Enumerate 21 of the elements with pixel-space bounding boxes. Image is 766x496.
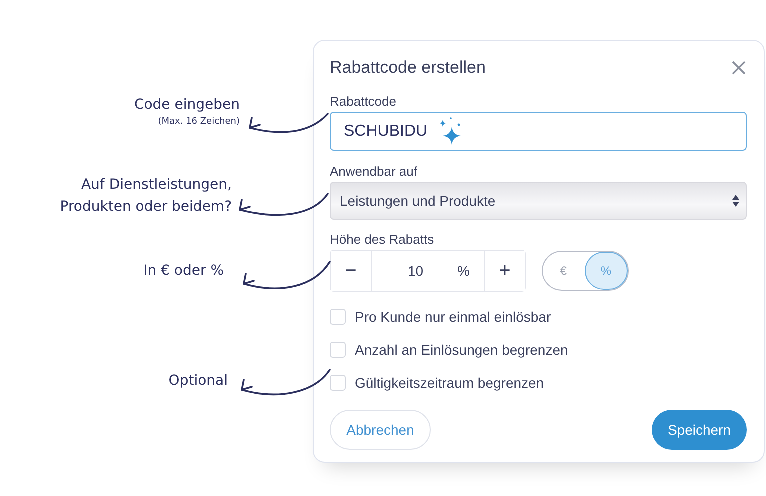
checkbox-label: Gültigkeitszeitraum begrenzen bbox=[355, 375, 544, 392]
checkbox-label: Anzahl an Einlösungen begrenzen bbox=[355, 342, 568, 358]
annotation-text: Code eingeben bbox=[134, 96, 240, 115]
checkbox[interactable] bbox=[330, 309, 346, 326]
annotation-text: Auf Dienstleistungen, bbox=[81, 176, 232, 195]
input-field[interactable]: SCHUBIDU bbox=[330, 112, 747, 152]
close-icon[interactable] bbox=[731, 60, 747, 76]
field-label: Rabattcode bbox=[330, 94, 396, 110]
checkbox[interactable] bbox=[330, 375, 346, 392]
field-label: Anwendbar auf bbox=[330, 164, 418, 180]
checkbox[interactable] bbox=[330, 342, 346, 358]
dialog-title: Rabattcode erstellen bbox=[330, 58, 486, 78]
annotation-text: In € oder % bbox=[144, 262, 224, 281]
select-field[interactable]: Leistungen und Produkte bbox=[330, 182, 747, 220]
save-button[interactable]: Speichern bbox=[652, 410, 747, 450]
annotation-note: (Max. 16 Zeichen) bbox=[158, 116, 240, 128]
annotation-text: Produkten oder beidem? bbox=[60, 198, 232, 217]
checkbox-label: Pro Kunde nur einmal einlösbar bbox=[355, 309, 552, 326]
field-label: Höhe des Rabatts bbox=[330, 232, 434, 248]
annotation-text: Optional bbox=[168, 372, 228, 391]
sort-arrows-icon bbox=[732, 194, 740, 208]
